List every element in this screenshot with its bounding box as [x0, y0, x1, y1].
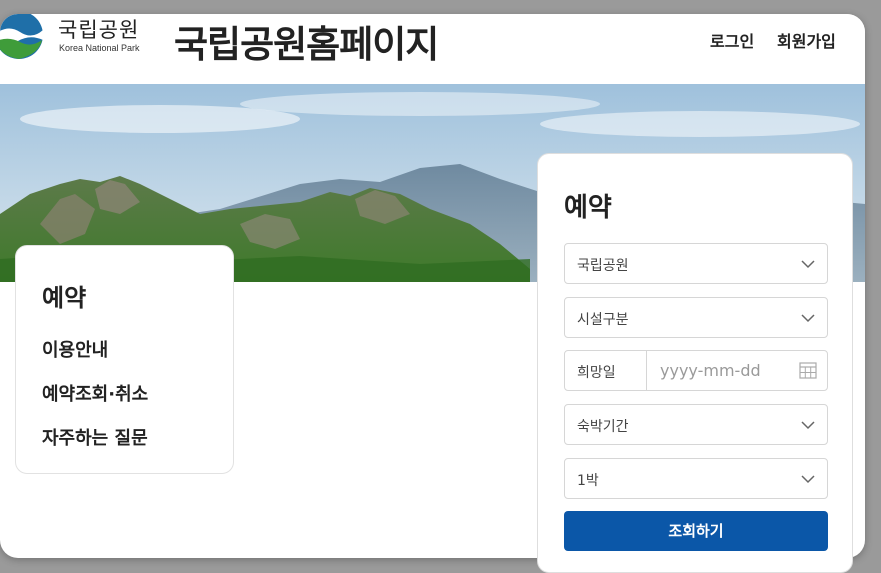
side-menu-title: 예약	[42, 284, 87, 312]
reservation-form-card: 예약 국립공원 시설구분 희망일 숙박기간 1박 조회하기	[537, 153, 853, 573]
reservation-side-menu: 예약 이용안내 예약조회·취소 자주하는 질문	[15, 245, 234, 474]
side-menu-item-usage-guide[interactable]: 이용안내	[42, 336, 108, 362]
desired-date-label: 희망일	[565, 351, 647, 390]
facility-select[interactable]: 시설구분	[564, 297, 828, 338]
chevron-down-icon	[801, 421, 815, 430]
stay-period-select[interactable]: 숙박기간	[564, 404, 828, 445]
nights-select[interactable]: 1박	[564, 458, 828, 499]
nights-select-value: 1박	[577, 473, 599, 489]
page-title: 국립공원홈페이지	[174, 23, 439, 66]
search-button[interactable]: 조회하기	[564, 511, 828, 551]
logo-english-text: Korea National Park	[59, 43, 140, 53]
park-logo-icon	[0, 14, 43, 59]
side-menu-item-faq[interactable]: 자주하는 질문	[42, 424, 148, 450]
login-link[interactable]: 로그인	[710, 28, 754, 52]
chevron-down-icon	[801, 260, 815, 269]
logo-korean-text: 국립공원	[58, 18, 140, 42]
facility-select-value: 시설구분	[577, 312, 629, 328]
park-select[interactable]: 국립공원	[564, 243, 828, 284]
reservation-title: 예약	[564, 193, 612, 223]
desired-date-input[interactable]	[648, 351, 798, 390]
side-menu-item-reservation-lookup[interactable]: 예약조회·취소	[42, 380, 148, 406]
stay-period-select-value: 숙박기간	[577, 419, 629, 435]
chevron-down-icon	[801, 475, 815, 484]
chevron-down-icon	[801, 314, 815, 323]
park-select-value: 국립공원	[577, 258, 629, 274]
park-logo[interactable]: 국립공원 Korea National Park	[0, 14, 150, 70]
signup-link[interactable]: 회원가입	[777, 28, 836, 52]
site-header: 국립공원 Korea National Park 국립공원홈페이지 로그인 회원…	[0, 14, 865, 84]
calendar-icon[interactable]	[799, 361, 817, 379]
desired-date-field: 희망일	[564, 350, 828, 391]
